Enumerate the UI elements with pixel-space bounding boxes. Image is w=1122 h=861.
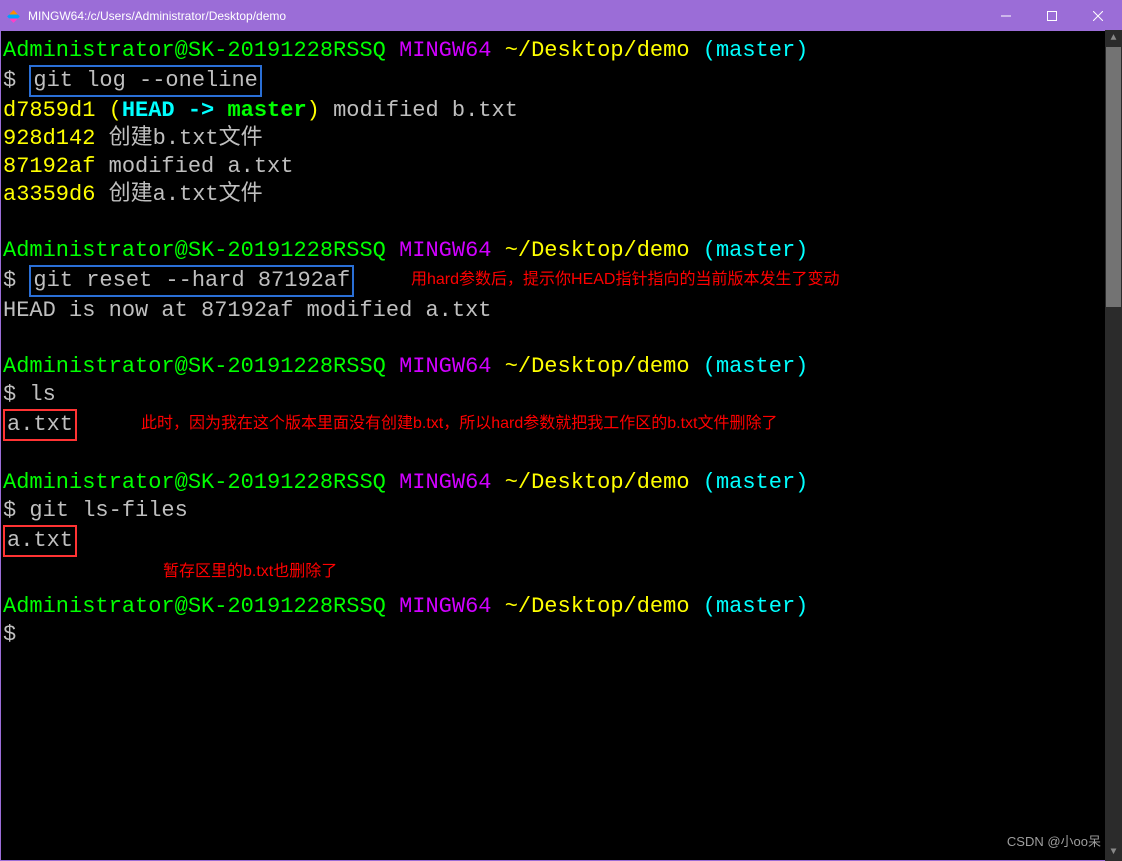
commit-hash: 87192af [3, 154, 95, 179]
command-line: $ git reset --hard 87192af用hard参数后，提示你HE… [1, 265, 1103, 297]
prompt-line: Administrator@SK-20191228RSSQ MINGW64 ~/… [1, 353, 1103, 381]
terminal-content: Administrator@SK-20191228RSSQ MINGW64 ~/… [1, 37, 1103, 649]
output-line: HEAD is now at 87192af modified a.txt [1, 297, 1103, 325]
branch: (master) [703, 38, 809, 63]
prompt-line: Administrator@SK-20191228RSSQ MINGW64 ~/… [1, 469, 1103, 497]
output-line: a.txt 此时，因为我在这个版本里面没有创建b.txt，所以hard参数就把我工… [1, 409, 1103, 441]
scrollbar[interactable]: ▲ ▼ [1105, 30, 1122, 861]
maximize-button[interactable] [1029, 1, 1075, 31]
prompt-line: Administrator@SK-20191228RSSQ MINGW64 ~/… [1, 593, 1103, 621]
commit-hash: 928d142 [3, 126, 95, 151]
prompt-line: Administrator@SK-20191228RSSQ MINGW64 ~/… [1, 237, 1103, 265]
annotation: 用hard参数后，提示你HEAD指针指向的当前版本发生了变动 [411, 270, 839, 290]
titlebar[interactable]: MINGW64:/c/Users/Administrator/Desktop/d… [1, 1, 1121, 31]
prompt-line: Administrator@SK-20191228RSSQ MINGW64 ~/… [1, 37, 1103, 65]
watermark: CSDN @小oo呆 [1007, 828, 1101, 856]
highlight-box: a.txt [3, 525, 77, 557]
log-line: 928d142 创建b.txt文件 [1, 125, 1103, 153]
minimize-button[interactable] [983, 1, 1029, 31]
output-line: a.txt [1, 525, 1103, 557]
ps: $ [3, 68, 16, 93]
userhost: Administrator@SK-20191228RSSQ [3, 38, 386, 63]
terminal[interactable]: Administrator@SK-20191228RSSQ MINGW64 ~/… [1, 31, 1121, 860]
mingw-icon [7, 10, 20, 23]
command-line[interactable]: $ [1, 621, 1103, 649]
annotation: 此时，因为我在这个版本里面没有创建b.txt，所以hard参数就把我工作区的b.… [141, 414, 778, 434]
app-icon [1, 12, 26, 21]
log-line: a3359d6 创建a.txt文件 [1, 181, 1103, 209]
annotation-line: 暂存区里的b.txt也删除了 [1, 557, 1103, 585]
scroll-down-icon[interactable]: ▼ [1105, 844, 1122, 861]
highlight-box: git log --oneline [29, 65, 261, 97]
cwd: ~/Desktop/demo [505, 38, 690, 63]
annotation: 暂存区里的b.txt也删除了 [3, 563, 337, 580]
app-window: MINGW64:/c/Users/Administrator/Desktop/d… [0, 0, 1122, 861]
window-controls [983, 1, 1121, 31]
close-button[interactable] [1075, 1, 1121, 31]
command-line: $ ls [1, 381, 1103, 409]
scrollbar-thumb[interactable] [1106, 47, 1121, 307]
log-line: 87192af modified a.txt [1, 153, 1103, 181]
command-line: $ git ls-files [1, 497, 1103, 525]
scroll-up-icon[interactable]: ▲ [1105, 30, 1122, 47]
command-line: $ git log --oneline [1, 65, 1103, 97]
highlight-box: a.txt [3, 409, 77, 441]
shell-label: MINGW64 [399, 38, 491, 63]
log-line: d7859d1 (HEAD -> master) modified b.txt [1, 97, 1103, 125]
highlight-box: git reset --hard 87192af [29, 265, 354, 297]
commit-hash: d7859d1 [3, 98, 95, 123]
window-title: MINGW64:/c/Users/Administrator/Desktop/d… [26, 9, 983, 23]
commit-hash: a3359d6 [3, 182, 95, 207]
